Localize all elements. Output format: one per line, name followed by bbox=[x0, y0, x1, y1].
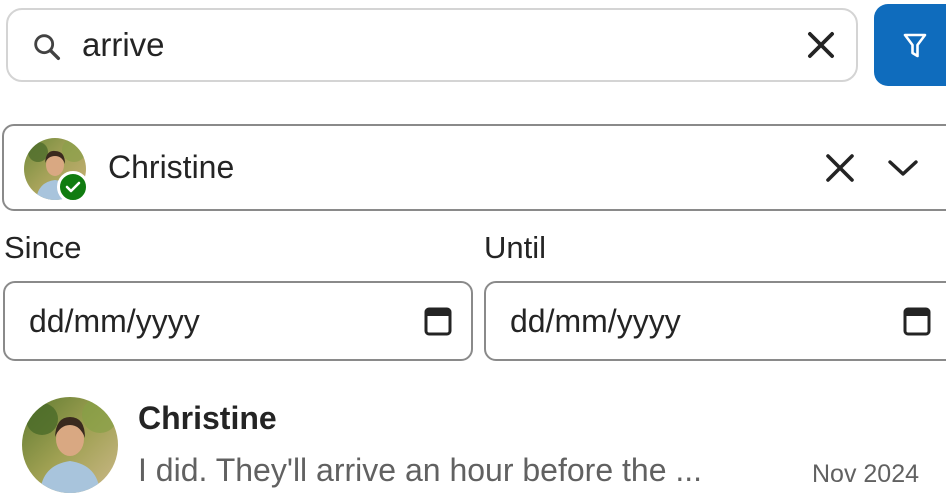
since-label: Since bbox=[4, 230, 82, 265]
chevron-down-icon[interactable] bbox=[884, 154, 922, 182]
filter-button[interactable] bbox=[874, 4, 946, 86]
avatar bbox=[24, 138, 89, 203]
status-available-icon bbox=[57, 171, 89, 203]
avatar-image bbox=[22, 397, 118, 493]
result-date: Nov 2024 bbox=[812, 460, 920, 488]
until-label: Until bbox=[484, 230, 547, 265]
calendar-icon[interactable] bbox=[902, 305, 932, 337]
search-result-item[interactable]: Christine I did. They'll arrive an hour … bbox=[0, 384, 946, 493]
avatar bbox=[22, 397, 118, 493]
person-picker[interactable]: Christine bbox=[2, 124, 946, 211]
search-input[interactable]: arrive bbox=[82, 10, 165, 80]
result-message-preview: I did. They'll arrive an hour before the… bbox=[138, 452, 703, 488]
since-date-placeholder: dd/mm/yyyy bbox=[29, 303, 200, 339]
close-icon[interactable] bbox=[802, 26, 840, 64]
search-box[interactable]: arrive bbox=[6, 8, 858, 82]
until-date-placeholder: dd/mm/yyyy bbox=[510, 303, 681, 339]
filter-icon bbox=[903, 33, 927, 58]
search-icon bbox=[34, 34, 61, 61]
result-sender-name: Christine bbox=[138, 400, 277, 436]
selected-person-name: Christine bbox=[108, 149, 235, 185]
since-date-input[interactable]: dd/mm/yyyy bbox=[3, 281, 473, 361]
close-icon[interactable] bbox=[822, 150, 858, 186]
calendar-icon[interactable] bbox=[423, 305, 453, 337]
until-date-input[interactable]: dd/mm/yyyy bbox=[484, 281, 946, 361]
